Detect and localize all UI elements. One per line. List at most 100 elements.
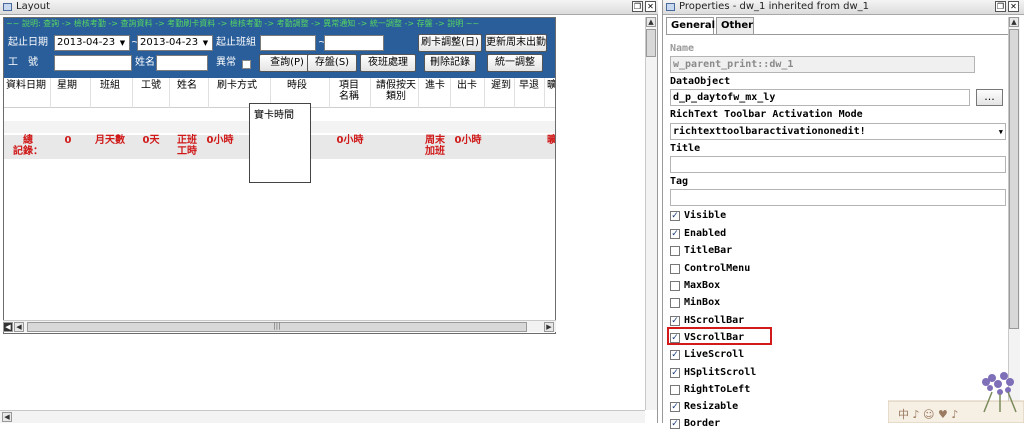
col-header: 資料日期 xyxy=(6,80,46,91)
column-divider xyxy=(169,78,170,108)
col-header: 曠 xyxy=(547,80,556,91)
column-divider xyxy=(90,78,91,108)
checkbox-icon[interactable] xyxy=(670,281,680,291)
name-field: w_parent_print::dw_1 xyxy=(670,56,975,73)
layout-vertical-scrollbar[interactable]: ▲ xyxy=(645,17,657,410)
checkbox-icon[interactable] xyxy=(670,246,680,256)
checkbox-label: Resizable xyxy=(684,401,739,412)
restore-icon[interactable]: ❐ xyxy=(632,1,643,12)
tag-label: Tag xyxy=(670,176,689,187)
column-divider xyxy=(450,78,451,108)
end-date-picker[interactable]: 2013-04-23 ▼ xyxy=(137,35,213,51)
scroll-thumb[interactable] xyxy=(646,29,656,57)
tab-general[interactable]: General xyxy=(666,17,715,35)
column-divider xyxy=(484,78,485,108)
summary-cell: 0小時 xyxy=(336,135,364,146)
start-date-picker[interactable]: 2013-04-23 ▼ xyxy=(54,35,130,51)
checkbox-icon[interactable]: ✓ xyxy=(670,402,680,412)
layout-title: Layout xyxy=(16,1,50,12)
summary-cell: 曠 xyxy=(547,135,556,146)
scroll-left-icon[interactable]: ◀ xyxy=(2,412,12,422)
scroll-thumb[interactable] xyxy=(1009,29,1019,329)
col-header: 星期 xyxy=(57,80,77,91)
properties-pane: Properties - dw_1 inherited from dw_1 ❐ … xyxy=(662,0,1024,429)
shift-label: 起止班組 xyxy=(216,37,256,48)
thumb-grip: ||| xyxy=(273,322,281,330)
col-header: 出卡 xyxy=(457,80,477,91)
popup-label: 實卡時間 xyxy=(254,110,294,121)
column-divider xyxy=(370,78,371,108)
properties-body: Name w_parent_print::dw_1 DataObject d_p… xyxy=(666,34,1009,429)
checkbox-icon[interactable] xyxy=(670,385,680,395)
column-divider xyxy=(132,78,133,108)
checkbox-icon[interactable]: ✓ xyxy=(670,350,680,360)
checkbox-icon[interactable]: ✓ xyxy=(670,419,680,429)
card-adjust-button[interactable]: 刷卡調整(日) xyxy=(418,34,482,52)
col-header: 請假按天 類別 xyxy=(376,80,416,102)
col-header: 項目 名稱 xyxy=(339,80,359,102)
emp-id-input[interactable] xyxy=(54,55,132,71)
restore-icon[interactable]: ❐ xyxy=(995,1,1006,12)
scroll-up-icon[interactable]: ▲ xyxy=(1009,17,1019,27)
properties-title: Properties - dw_1 inherited from dw_1 xyxy=(679,1,870,12)
end-date-value: 2013-04-23 xyxy=(140,37,199,48)
richtext-mode-label: RichText Toolbar Activation Mode xyxy=(670,109,863,120)
abnormal-checkbox[interactable] xyxy=(242,60,251,69)
marquee-ticker: ~~ 說明: 查詢 -> 檢核考勤 -> 查詢資料 -> 考勤刷卡資料 -> 檢… xyxy=(4,18,555,30)
checkbox-icon[interactable]: ✓ xyxy=(670,316,680,326)
tab-other[interactable]: Other xyxy=(716,17,754,34)
summary-cell: 總 記錄： xyxy=(13,135,43,157)
summary-cell: 0小時 xyxy=(454,135,482,146)
column-divider xyxy=(544,78,545,108)
night-shift-button[interactable]: 夜班處理 xyxy=(360,54,416,72)
name-input[interactable] xyxy=(156,55,208,71)
dataobject-field[interactable]: d_p_daytofw_mx_ly xyxy=(670,89,970,106)
dataobject-label: DataObject xyxy=(670,76,731,87)
card-time-popup[interactable]: 實卡時間 xyxy=(249,103,311,183)
unify-adjust-button[interactable]: 統一調整 xyxy=(487,54,543,72)
col-header: 早退 xyxy=(519,80,539,91)
update-weekend-button[interactable]: 更新周末出勤 xyxy=(485,34,547,52)
close-icon[interactable]: ✕ xyxy=(645,1,656,12)
layout-window-icon xyxy=(3,3,12,11)
scroll-right-icon[interactable]: ▶ xyxy=(544,322,554,332)
richtext-mode-select[interactable]: richtexttoolbaractivationonedit! ▼ xyxy=(670,123,1006,140)
scroll-left-icon[interactable]: ◀ xyxy=(3,322,13,332)
checkbox-icon[interactable]: ✓ xyxy=(670,211,680,221)
tag-field[interactable] xyxy=(670,189,1006,206)
close-icon[interactable]: ✕ xyxy=(1008,1,1019,12)
start-date-label: 起止日期 xyxy=(8,37,48,48)
scroll-up-icon[interactable]: ▲ xyxy=(646,17,656,27)
summary-cell: 正班 工時 xyxy=(177,135,197,157)
checkbox-label: TitleBar xyxy=(684,245,733,256)
scroll-left-icon[interactable]: ◀ xyxy=(14,322,24,332)
checkbox-label: RightToLeft xyxy=(684,384,751,395)
datawindow-header-band: ~~ 說明: 查詢 -> 檢核考勤 -> 查詢資料 -> 考勤刷卡資料 -> 檢… xyxy=(4,18,555,78)
scroll-thumb[interactable]: ||| xyxy=(27,322,527,332)
checkbox-icon[interactable]: ✓ xyxy=(670,368,680,378)
checkbox-icon[interactable]: ✓ xyxy=(670,229,680,239)
vscrollbar-highlight-annotation xyxy=(667,327,772,345)
checkbox-label: HScrollBar xyxy=(684,315,745,326)
datawindow-canvas[interactable]: ~~ 說明: 查詢 -> 檢核考勤 -> 查詢資料 -> 考勤刷卡資料 -> 檢… xyxy=(3,17,556,334)
save-button[interactable]: 存盤(S) xyxy=(307,54,357,72)
properties-vertical-scrollbar[interactable]: ▲ xyxy=(1008,17,1020,423)
checkbox-label: Enabled xyxy=(684,228,727,239)
shift-from-input[interactable] xyxy=(260,35,316,51)
checkbox-icon[interactable] xyxy=(670,298,680,308)
name-label: 姓名 xyxy=(135,57,155,68)
title-field[interactable] xyxy=(670,156,1006,173)
layout-horizontal-scrollbar[interactable]: ◀ ◀ ||| ▶ xyxy=(3,320,556,332)
summary-cell: 0天 xyxy=(142,135,160,146)
abnormal-label: 異常 xyxy=(216,57,236,68)
shift-to-input[interactable] xyxy=(324,35,384,51)
browse-dataobject-button[interactable]: ... xyxy=(976,89,1003,106)
decorative-flower-watermark: 中 ♪ ☺ ♥ ♪ xyxy=(887,368,1024,424)
delete-record-button[interactable]: 刪除記錄 xyxy=(424,54,476,72)
checkbox-icon[interactable] xyxy=(670,264,680,274)
checkbox-label: ControlMenu xyxy=(684,263,751,274)
emp-id-label: 工 號 xyxy=(8,57,38,68)
deco-glyphs: 中 ♪ ☺ ♥ ♪ xyxy=(898,408,959,421)
layout-bottom-scrollbar[interactable]: ◀ xyxy=(0,410,645,423)
column-divider xyxy=(208,78,209,108)
